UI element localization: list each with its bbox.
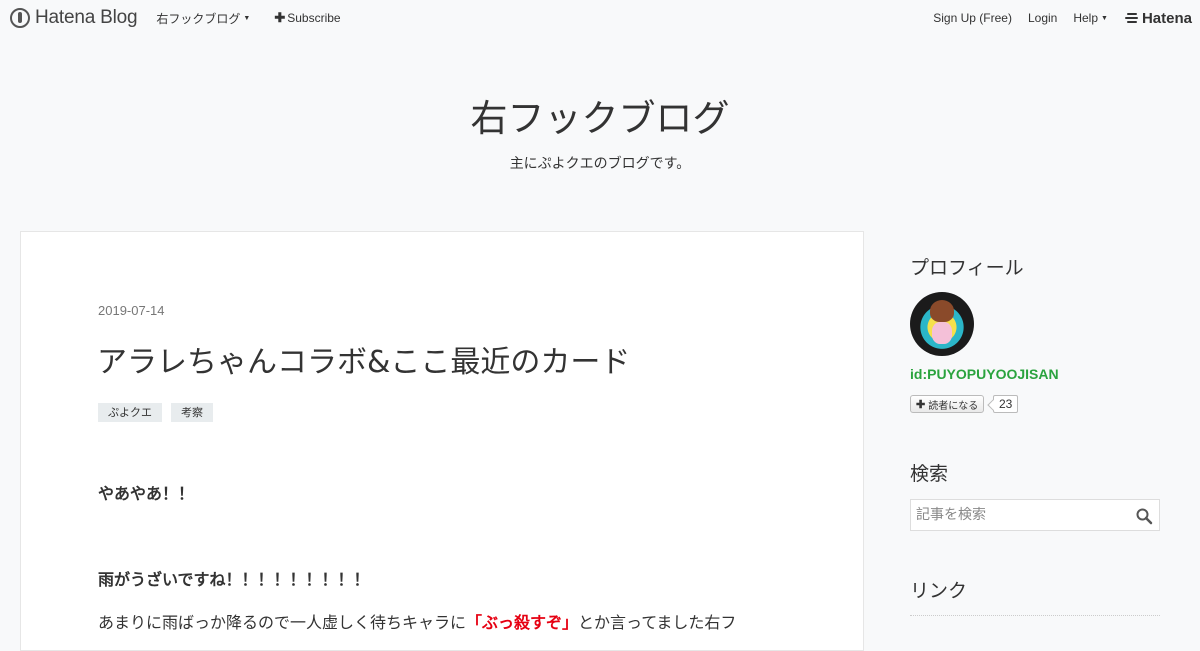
paragraph-text: とか言ってました右フ: [578, 613, 737, 632]
hatena-blog-logo[interactable]: Hatena Blog: [10, 0, 138, 36]
profile-id-link[interactable]: id:PUYOPUYOOJISAN: [910, 366, 1059, 382]
subscriber-count[interactable]: 23: [993, 395, 1019, 413]
entry-categories: ぷよクエ 考察: [98, 403, 213, 422]
logo-text: Hatena Blog: [35, 7, 138, 28]
blog-menu[interactable]: 右フックブログ ▼: [156, 0, 250, 36]
entry-paragraph: あまりに雨ばっか降るので一人虚しく待ちキャラに「ぶっ殺すぞ」とか言ってました右フ: [98, 609, 736, 633]
entry-paragraph: やあやあ！！: [98, 484, 195, 503]
subscribe-link[interactable]: ✚ Subscribe: [274, 0, 340, 36]
subscribe-button[interactable]: ✚ 読者になる: [910, 395, 985, 413]
hatena-icon: [1124, 13, 1138, 23]
subscribe-button-label: 読者になる: [928, 400, 979, 412]
category-tag[interactable]: ぷよクエ: [98, 403, 162, 422]
global-header: Hatena Blog 右フックブログ ▼ ✚ Subscribe Sign U…: [0, 0, 1200, 36]
plus-icon: ✚: [916, 398, 926, 411]
entry-paragraph: 雨がうざいですね！！！！！！！！！: [98, 570, 370, 589]
search-heading: 検索: [910, 463, 949, 485]
caret-down-icon: ▼: [243, 14, 251, 22]
help-label: Help: [1073, 11, 1099, 25]
hatena-wordmark: Hatena: [1141, 9, 1192, 27]
help-menu[interactable]: Help ▼: [1073, 0, 1108, 36]
profile-avatar[interactable]: [910, 292, 974, 356]
search-input[interactable]: [911, 500, 1131, 530]
search-form: [910, 499, 1160, 531]
login-link[interactable]: Login: [1028, 0, 1057, 36]
blog-menu-label: 右フックブログ: [156, 11, 241, 26]
subscribe-label: Subscribe: [287, 11, 341, 25]
paragraph-text: あまりに雨ばっか降るので一人虚しく待ちキャラに: [98, 613, 467, 632]
profile-heading: プロフィール: [910, 257, 1024, 279]
highlighted-text: 「ぶっ殺すぞ」: [466, 613, 579, 632]
header-right: Sign Up (Free) Login Help ▼ Hatena: [933, 0, 1200, 36]
avatar-face: [930, 300, 954, 322]
avatar-body: [932, 322, 952, 344]
links-heading: リンク: [910, 580, 968, 602]
hatena-logo[interactable]: Hatena: [1124, 0, 1192, 36]
entry-title[interactable]: アラレちゃんコラボ&ここ最近のカード: [97, 337, 630, 381]
divider: [910, 615, 1160, 616]
plus-icon: ✚: [274, 10, 286, 25]
caret-down-icon: ▼: [1101, 14, 1108, 22]
header-left: Hatena Blog 右フックブログ ▼ ✚ Subscribe: [0, 0, 341, 36]
entry-date[interactable]: 2019-07-14: [98, 303, 165, 318]
blog-title[interactable]: 右フックブログ: [0, 88, 1200, 142]
entry-card: 2019-07-14 アラレちゃんコラボ&ここ最近のカード ぷよクエ 考察 やあ…: [20, 231, 864, 651]
category-tag[interactable]: 考察: [171, 403, 213, 422]
search-icon[interactable]: [1135, 507, 1153, 525]
signup-link[interactable]: Sign Up (Free): [933, 0, 1012, 36]
hatena-blog-icon: [10, 8, 30, 28]
blog-description: 主にぷよクエのブログです。: [509, 156, 691, 172]
